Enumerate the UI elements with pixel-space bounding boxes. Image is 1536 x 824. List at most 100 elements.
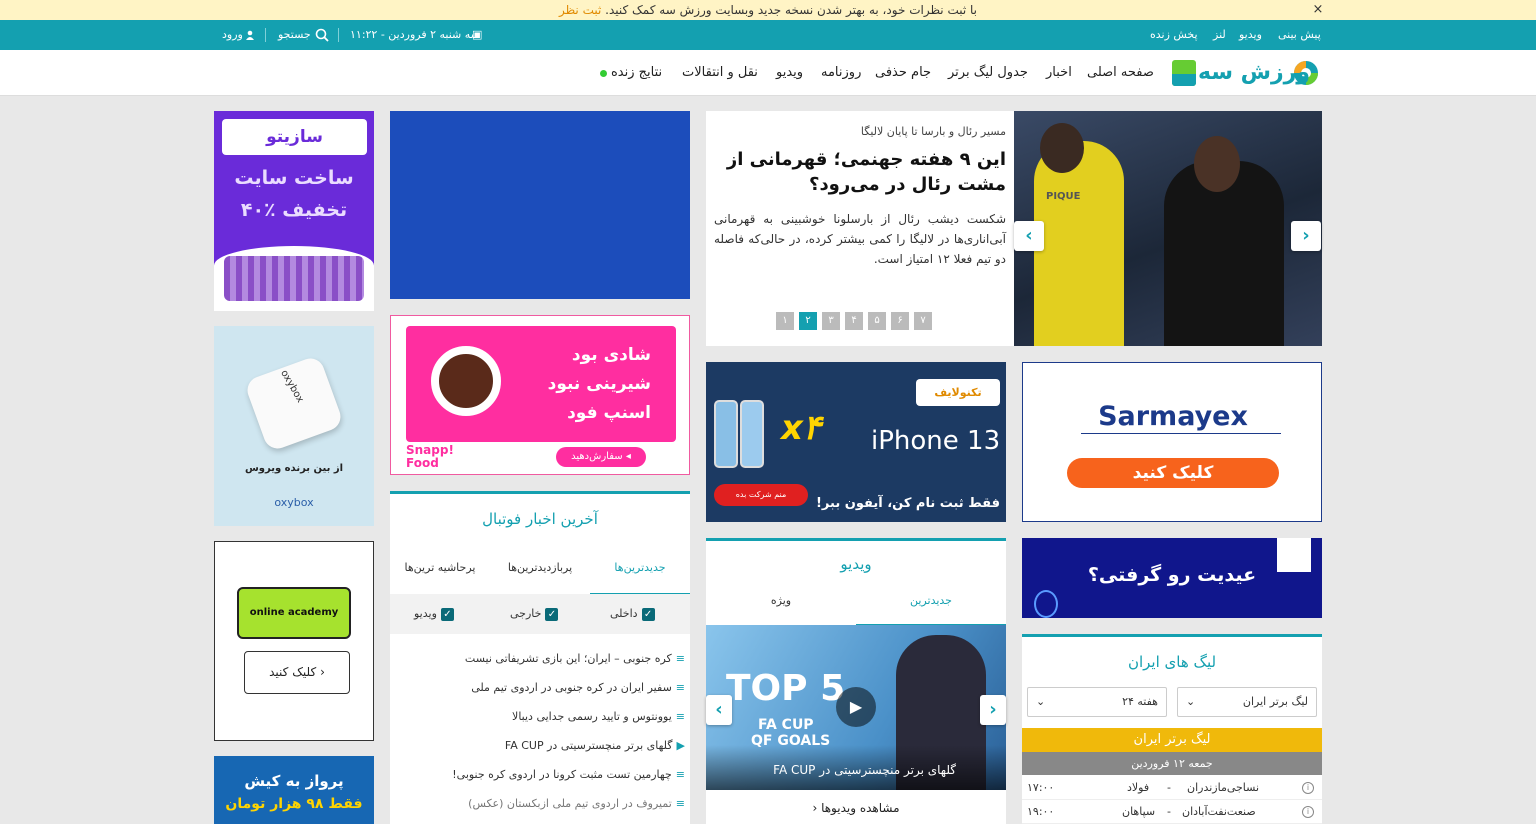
top-bar: پیش بینی ویدیو لنز پخش زنده ▣ سه شنبه ۲ … <box>0 20 1536 50</box>
tab-most-viewed[interactable]: پربازدیدترین‌ها <box>490 543 590 593</box>
slider-next-button[interactable]: › <box>1291 221 1321 251</box>
info-icon[interactable]: i <box>1302 806 1314 818</box>
logo-text[interactable]: ورزش سه <box>1198 56 1310 90</box>
slider-page-5[interactable]: ۵ <box>868 312 886 330</box>
slider-page-7[interactable]: ۷ <box>914 312 932 330</box>
nav-transfers[interactable]: نقل و انتقالات <box>682 50 758 96</box>
player-head <box>1194 136 1240 192</box>
football-news-title: آخرین اخبار فوتبال <box>482 510 598 528</box>
iran-leagues-box: لیگ های ایران لیگ برتر ایران ⌄ هفته ۲۴ ⌄ ل… <box>1022 634 1322 824</box>
divider <box>1081 433 1281 434</box>
leagues-title: لیگ های ایران <box>1127 653 1217 671</box>
nav-league-table[interactable]: جدول لیگ برتر <box>948 50 1028 96</box>
ad-snappfood[interactable]: شادی بود شیرینی نبود اسنپ فود سفارش‌دهید… <box>390 315 690 475</box>
ad-iphone13[interactable]: x۴ iPhone 13 تکنولایف منم شرکت بده فقط ث… <box>706 362 1006 522</box>
news-item[interactable]: ▶گلهای برتر منچسترسیتی در FA CUP <box>400 731 685 760</box>
more-videos-link[interactable]: مشاهده ویدیوها ‹ <box>706 790 1006 824</box>
home-team: صنعت‌نفت‌آبادان <box>1182 805 1256 818</box>
ad-blue-banner[interactable] <box>390 111 690 299</box>
nav-hazfi-cup[interactable]: جام حذفی <box>875 50 931 96</box>
kish-title: پرواز به کیش <box>244 772 344 790</box>
away-team: فولاد <box>1127 781 1150 794</box>
oxy-device <box>243 354 345 453</box>
sarmayex-button[interactable]: کلیک کنید <box>1067 458 1279 488</box>
video-tab-special[interactable]: ویژه <box>706 578 856 624</box>
info-icon[interactable]: i <box>1302 782 1314 794</box>
ad-sazito[interactable]: سازیتو ساخت سایت ۴۰٪ تخفیف <box>214 111 374 311</box>
thumb-top: TOP 5 <box>726 668 846 709</box>
ad-kish[interactable]: پرواز به کیش فقط ۹۸ هزار تومان <box>214 756 374 824</box>
home-team: نساجی‌مازندران <box>1187 781 1260 794</box>
news-item[interactable]: ≡تمیروف در اردوی تیم ملی ازبکستان (عکس) <box>400 789 685 818</box>
video-tab-newest[interactable]: جدیدترین <box>856 578 1006 626</box>
league-banner: لیگ برتر ایران <box>1022 728 1322 752</box>
slider-page-1[interactable]: ۱ <box>776 312 794 330</box>
match-row[interactable]: i صنعت‌نفت‌آبادان - سپاهان ۱۹:۰۰ <box>1022 800 1322 824</box>
news-item[interactable]: ≡چهارمین تست مثبت کرونا در اردوی کره جنو… <box>400 760 685 789</box>
nav-newspaper[interactable]: روزنامه <box>821 50 861 96</box>
ad-eid[interactable]: عیدیت رو گرفتی؟ <box>1022 538 1322 618</box>
vs-dash: - <box>1167 805 1171 818</box>
news-item[interactable]: ≡سفیر ایران در کره جنوبی در اردوی تیم مل… <box>400 673 685 702</box>
slider-page-4[interactable]: ۴ <box>845 312 863 330</box>
ad-sarmayex[interactable]: Sarmayex کلیک کنید <box>1022 362 1322 522</box>
search-link[interactable]: جستجو <box>278 20 311 50</box>
notice-text: با ثبت نظرات خود، به بهتر شدن نسخه جدید … <box>605 3 978 17</box>
nav-news[interactable]: اخبار <box>1046 50 1072 96</box>
nav-live-results[interactable]: نتایج زنده <box>611 50 662 96</box>
slider-page-3[interactable]: ۳ <box>822 312 840 330</box>
divider <box>338 28 339 42</box>
brand-badge <box>1277 538 1311 572</box>
tab-newest[interactable]: جدیدترین‌ها <box>590 543 690 595</box>
snapp-text: شادی بود شیرینی نبود اسنپ فود <box>547 345 651 423</box>
featured-image[interactable]: PIQUE <box>1014 111 1322 346</box>
close-icon[interactable]: × <box>1308 0 1328 20</box>
filter-foreign[interactable]: ✓خارجی <box>510 594 559 634</box>
topbar-link-lens[interactable]: لنز <box>1213 20 1226 50</box>
league-select[interactable]: لیگ برتر ایران ⌄ <box>1177 687 1317 717</box>
snapp-order-button[interactable]: سفارش‌دهید ◂ <box>556 447 646 467</box>
logo-mark <box>1172 60 1196 86</box>
week-select[interactable]: هفته ۲۴ ⌄ <box>1027 687 1167 717</box>
slider-page-2[interactable]: ۲ <box>799 312 817 330</box>
iphone-join-button[interactable]: منم شرکت بده <box>714 484 808 506</box>
match-time: ۱۷:۰۰ <box>1027 781 1055 794</box>
eid-text: عیدیت رو گرفتی؟ <box>1087 564 1257 586</box>
ad-online-academy[interactable]: online academy کلیک کنید › <box>214 541 374 741</box>
academy-button[interactable]: کلیک کنید › <box>244 651 350 694</box>
featured-kicker: مسیر رئال و بارسا تا پایان لالیگا <box>860 125 1006 138</box>
login-link[interactable]: ورود <box>222 20 243 50</box>
match-row[interactable]: i نساجی‌مازندران - فولاد ۱۷:۰۰ <box>1022 776 1322 800</box>
player-head <box>1040 123 1084 173</box>
tab-most-controversial[interactable]: پرحاشیه ترین‌ها <box>390 543 490 593</box>
filter-video[interactable]: ✓ویدیو <box>414 594 454 634</box>
video-caption[interactable]: گلهای برتر منچسترسیتی در FA CUP <box>716 763 956 777</box>
topbar-link-live[interactable]: پخش زنده <box>1150 20 1198 50</box>
play-icon[interactable]: ▶ <box>836 687 876 727</box>
nav-home[interactable]: صفحه اصلی <box>1087 50 1154 96</box>
news-item[interactable]: ≡کره جنوبی – ایران؛ این بازی تشریفاتی نی… <box>400 644 685 673</box>
slider-prev-button[interactable]: ‹ <box>1014 221 1044 251</box>
player-yellow <box>1034 141 1124 346</box>
sazito-line2: ۴۰٪ تخفیف <box>240 199 348 221</box>
topbar-link-predict[interactable]: پیش بینی <box>1278 20 1321 50</box>
featured-slider: PIQUE › ‹ مسیر رئال و بارسا تا پایان لال… <box>706 111 1322 346</box>
video-prev-button[interactable]: ‹ <box>706 695 732 725</box>
football-news-box: آخرین اخبار فوتبال جدیدترین‌ها پربازدیدت… <box>390 491 690 824</box>
topbar-link-video[interactable]: ویدیو <box>1239 20 1262 50</box>
user-icon[interactable] <box>245 20 255 50</box>
notice-link[interactable]: ثبت نظر <box>559 3 601 17</box>
live-dot-icon <box>600 70 607 77</box>
iphone-title: iPhone 13 <box>871 426 1001 456</box>
match-time: ۱۹:۰۰ <box>1027 805 1055 818</box>
nav-video[interactable]: ویدیو <box>776 50 803 96</box>
news-item[interactable]: ≡یوونتوس و تایید رسمی جدایی دیبالا <box>400 702 685 731</box>
slider-page-6[interactable]: ۶ <box>891 312 909 330</box>
filter-domestic[interactable]: ✓داخلی <box>610 594 655 634</box>
video-thumbnail[interactable]: TOP 5 FA CUP QF GOALS ▶ گلهای برتر منچست… <box>706 625 1006 790</box>
ad-oxybox[interactable]: oxybox از بین برنده ویروس oxybox <box>214 326 374 526</box>
search-icon[interactable] <box>315 20 329 50</box>
sarmayex-brand: Sarmayex <box>1098 401 1248 432</box>
featured-title[interactable]: این ۹ هفته جهنمی؛ قهرمانی از مشت رئال در… <box>714 147 1006 197</box>
video-next-button[interactable]: › <box>980 695 1006 725</box>
